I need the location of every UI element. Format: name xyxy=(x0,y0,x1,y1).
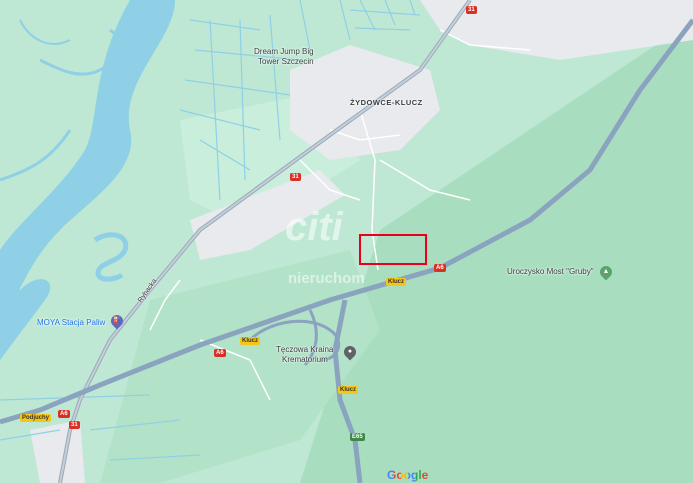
map-canvas[interactable]: citi nieruchom Dream Jump Big Tower Szcz… xyxy=(0,0,693,483)
shield-road-31-mid: 31 xyxy=(290,173,301,181)
shield-exit-klucz-1: Klucz xyxy=(386,278,407,286)
label-teczowa-2[interactable]: Krematorium xyxy=(282,355,328,364)
shield-road-31-bottom: 31 xyxy=(69,421,80,429)
poi-teczowa-marker[interactable]: ● xyxy=(341,343,359,361)
label-moya[interactable]: MOYA Stacja Paliw xyxy=(37,318,105,327)
tree-icon: ▲ xyxy=(602,268,610,275)
watermark-bottom: nieruchom xyxy=(288,270,365,287)
shield-exit-klucz-3: Klucz xyxy=(338,386,359,394)
watermark-top: citi xyxy=(285,205,343,249)
label-district-zydowce-klucz: ŻYDOWCE-KLUCZ xyxy=(350,98,423,107)
shield-a6-mid: A6 xyxy=(214,349,226,357)
map-base-layer xyxy=(0,0,693,483)
person-icon: ● xyxy=(347,348,353,355)
shield-exit-podjuchy: Podjuchy xyxy=(20,414,52,422)
fuel-pump-icon: ⛽ xyxy=(112,317,122,324)
shield-road-31-top: 31 xyxy=(466,6,477,14)
selected-plot-outline[interactable] xyxy=(359,234,427,265)
label-teczowa-1[interactable]: Tęczowa Kraina xyxy=(276,345,333,354)
google-logo: Google xyxy=(387,468,429,482)
shield-a6-right: A6 xyxy=(434,264,446,272)
urban-podjuchy xyxy=(30,420,85,483)
shield-a6-left: A6 xyxy=(58,410,70,418)
shield-exit-klucz-2: Klucz xyxy=(240,337,261,345)
label-dream-jump-2[interactable]: Tower Szczecin xyxy=(258,57,314,66)
shield-e65: E65 xyxy=(350,433,365,441)
label-uroczysko[interactable]: Uroczysko Most "Gruby" xyxy=(507,267,594,276)
poi-uroczysko-marker[interactable]: ▲ xyxy=(597,263,615,281)
label-dream-jump-1[interactable]: Dream Jump Big xyxy=(254,47,314,56)
poi-moya-marker[interactable]: ⛽ xyxy=(108,312,126,330)
